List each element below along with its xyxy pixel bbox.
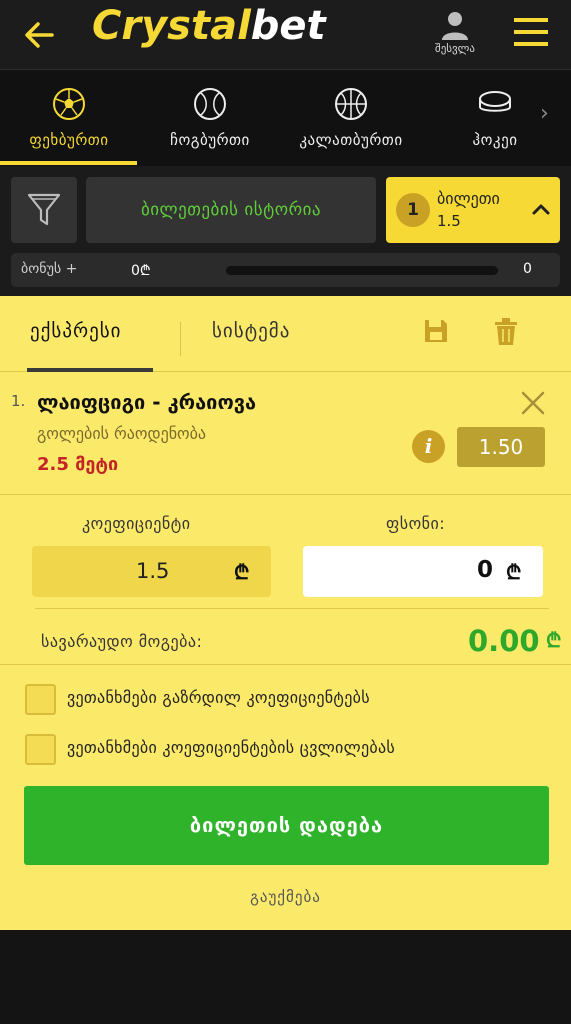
lari-icon: ₾: [234, 560, 250, 584]
bonus-end-value: 0: [523, 261, 532, 277]
accept-increased-odds-label: ვეთანხმები გაზრდილ კოეფიციენტებს: [67, 688, 370, 707]
ticket-odds: 1.5: [437, 212, 461, 230]
coef-label: კოეფიციენტი: [82, 514, 191, 533]
lari-icon: ₾: [546, 628, 562, 652]
lari-icon: ₾: [506, 560, 522, 584]
close-icon[interactable]: [519, 389, 547, 417]
ticket-history-button[interactable]: ბილეთების ისტორია: [86, 177, 376, 243]
tab-system[interactable]: სისტემა: [212, 320, 290, 342]
stake-input[interactable]: 0 ₾: [303, 546, 543, 597]
possible-win-label: სავარაუდო მოგება:: [41, 632, 203, 651]
tab-hockey[interactable]: ჰოკეი: [450, 87, 540, 149]
accept-increased-odds-checkbox[interactable]: [25, 684, 56, 715]
bet-match-name: ლაიფციგი - კრაიოვა: [37, 390, 257, 414]
login-button[interactable]: შესვლა: [425, 10, 485, 55]
divider: [0, 664, 571, 665]
tennis-ball-icon: [194, 88, 226, 120]
filter-icon: [27, 193, 61, 226]
coef-value: 1.5: [136, 559, 170, 583]
tab-hockey-label: ჰოკეი: [472, 131, 518, 149]
tab-express[interactable]: ექსპრესი: [30, 320, 122, 342]
hamburger-menu-icon[interactable]: [514, 16, 548, 48]
bonus-progress-bar: [226, 266, 498, 275]
ticket-count-badge: 1: [396, 193, 430, 227]
accept-odds-change-label: ვეთანხმები კოეფიციენტების ცვლილებას: [67, 738, 396, 757]
cancel-button[interactable]: გაუქმება: [0, 888, 571, 906]
basketball-icon: [335, 88, 367, 120]
logo-text-crystal: Crystal: [92, 3, 251, 49]
tab-basketball[interactable]: კალათბურთი: [284, 87, 418, 149]
bet-number: 1.: [11, 392, 26, 410]
tab-basketball-label: კალათბურთი: [299, 131, 403, 149]
tab-soccer-label: ფეხბურთი: [29, 131, 109, 149]
bet-market: გოლების რაოდენობა: [37, 424, 207, 443]
user-icon: [442, 12, 468, 40]
betslip-toolbar: ბილეთების ისტორია 1 ბილეთი 1.5 ბონუს + 0…: [0, 166, 571, 296]
arrow-left-icon[interactable]: [22, 18, 56, 52]
trash-icon[interactable]: [494, 318, 518, 346]
tab-divider: [180, 322, 181, 356]
possible-win-value: 0.00: [468, 624, 540, 658]
bet-pick: 2.5 მეტი: [37, 454, 119, 475]
logo-text-bet: bet: [250, 3, 326, 49]
tab-tennis[interactable]: ჩოგბურთი: [155, 87, 265, 149]
bonus-label: ბონუს +: [21, 261, 78, 277]
stake-value: 0: [476, 557, 493, 583]
stake-label: ფსონი:: [386, 514, 446, 533]
info-icon[interactable]: i: [412, 430, 445, 463]
login-label: შესვლა: [435, 42, 475, 55]
divider: [35, 608, 549, 609]
save-icon[interactable]: [423, 318, 449, 344]
brand-logo[interactable]: Crystalbet: [92, 3, 326, 49]
place-bet-button[interactable]: ბილეთის დადება: [24, 786, 549, 865]
accept-odds-change-checkbox[interactable]: [25, 734, 56, 765]
bonus-bar: ბონუს + 0₾ 0: [11, 253, 560, 287]
tab-soccer[interactable]: ფეხბურთი: [14, 87, 124, 149]
ticket-label: ბილეთი: [437, 189, 500, 208]
sports-nav: ფეხბურთი ჩოგბურთი კალათბურთი ჰოკეი ›: [0, 71, 571, 166]
betslip-panel: ექსპრესი სისტემა 1. ლაიფციგი - კრაიოვა გ…: [0, 296, 571, 930]
app-header: Crystalbet შესვლა: [0, 0, 571, 70]
tab-tennis-label: ჩოგბურთი: [170, 131, 250, 149]
chevron-right-icon[interactable]: ›: [540, 101, 549, 126]
betslip-tabs: ექსპრესი სისტემა: [0, 296, 571, 372]
soccer-ball-icon: [53, 88, 85, 120]
chevron-up-icon: [532, 204, 550, 215]
filter-button[interactable]: [11, 177, 77, 243]
bet-odds-badge: 1.50: [457, 427, 545, 467]
hockey-puck-icon: [479, 91, 511, 112]
bonus-value: 0₾: [131, 263, 151, 279]
ticket-toggle-button[interactable]: 1 ბილეთი 1.5: [386, 177, 560, 243]
active-tab-indicator: [0, 161, 137, 165]
coef-field: 1.5 ₾: [32, 546, 271, 597]
